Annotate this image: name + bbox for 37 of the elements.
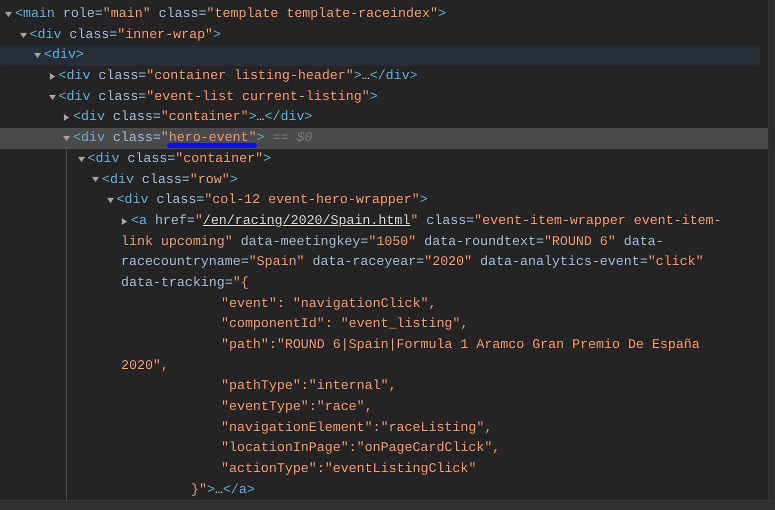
code-line: <main role="main" class="template template-raceindex"> (15, 5, 446, 23)
code-line: "eventType":"race", (221, 398, 373, 416)
disclosure-triangle-icon[interactable] (5, 10, 12, 18)
code-line: "componentId": "event_listing", (221, 315, 468, 334)
code-line: link upcoming" data-meetingkey="1050" data-roundtext="ROUND 6" data- (121, 232, 664, 251)
code-line: <div class="container">…</div> (73, 108, 312, 126)
code-line: "locationInPage":"onPageCardClick", (221, 439, 500, 458)
code-line: }">…</a> (191, 480, 255, 499)
code-line: data-tracking="{ (121, 274, 249, 292)
code-line: <div class="row"> (102, 170, 238, 188)
disclosure-triangle-icon[interactable] (48, 94, 56, 101)
horizontal-scrollbar[interactable] (0, 500, 775, 510)
disclosure-triangle-icon[interactable] (48, 72, 56, 80)
code-line: <a href="/en/racing/2020/Spain.html" class="event-item-wrapper event-item- (131, 212, 722, 230)
code-line: <div class="event-list current-listing"> (58, 88, 378, 106)
code-line: <div> (44, 46, 84, 64)
code-line: <div class="container"> (88, 150, 272, 168)
disclosure-triangle-icon[interactable] (106, 197, 114, 204)
disclosure-triangle-icon[interactable] (20, 32, 26, 39)
disclosure-triangle-icon[interactable] (34, 52, 41, 60)
code-line: "pathType":"internal", (221, 377, 397, 396)
disclosure-triangle-icon[interactable] (92, 176, 99, 184)
disclosure-triangle-icon[interactable] (121, 218, 128, 225)
code-line: <div class="inner-wrap"> (30, 26, 222, 44)
code-line: <div class="container listing-header">…</div> (58, 67, 418, 86)
code-line: "path":"ROUND 6|Spain|Formula 1 Aramco Gran Premio De España (221, 336, 700, 354)
code-line: <div class="col-12 event-hero-wrapper"> (116, 191, 428, 210)
disclosure-triangle-icon[interactable] (63, 114, 70, 122)
vertical-scrollbar[interactable] (768, 0, 775, 500)
hovered-row[interactable]: <div> (0, 45, 760, 66)
code-line: 2020", (121, 356, 169, 375)
disclosure-triangle-icon[interactable] (78, 156, 84, 163)
code-line: "event": "navigationClick", (221, 294, 436, 313)
disclosure-triangle-icon[interactable] (63, 134, 70, 142)
code-line: racecountryname="Spain" data-raceyear="2020" data-analytics-event="click" (121, 253, 704, 272)
code-line: "actionType":"eventListingClick" (221, 460, 476, 478)
code-line: "navigationElement":"raceListing", (221, 418, 492, 437)
